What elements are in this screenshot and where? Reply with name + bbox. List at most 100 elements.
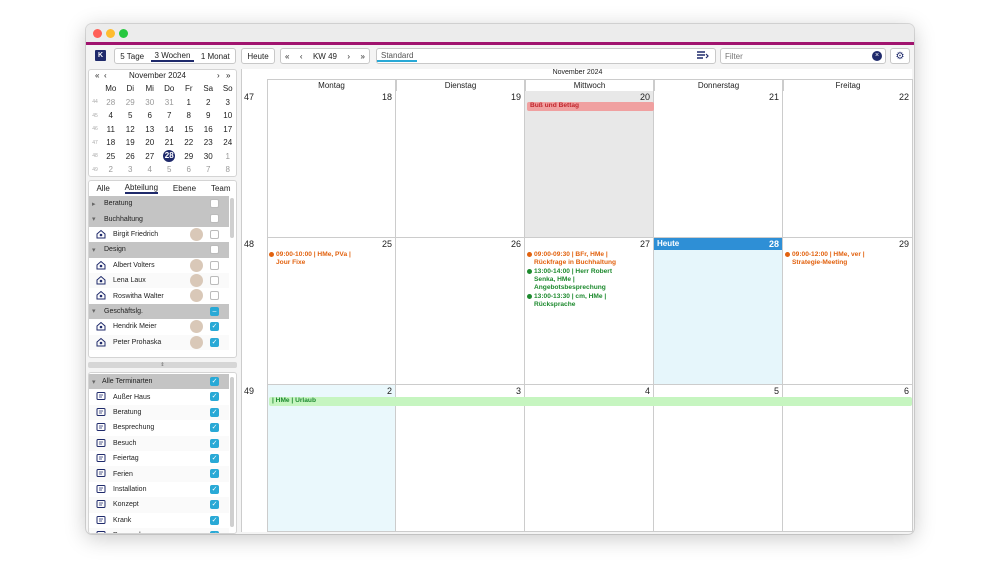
row-checkbox[interactable] (210, 229, 219, 239)
mini-day[interactable]: 24 (218, 138, 236, 147)
tab-alle[interactable]: Alle (96, 184, 109, 193)
mini-day[interactable]: 29 (121, 98, 141, 107)
type-row[interactable]: Besprechung ✓ (89, 420, 229, 435)
type-row[interactable]: Konzept ✓ (89, 497, 229, 513)
vacation-event[interactable]: | HMe | Urlaub (269, 397, 912, 406)
mini-day[interactable]: 26 (121, 152, 141, 161)
logo-icon[interactable]: K (95, 50, 106, 61)
type-row[interactable]: Besuch ✓ (89, 435, 229, 451)
group-row[interactable]: ▾ Design (89, 242, 229, 258)
group-row[interactable]: ▾ Geschäftslg. – (89, 303, 229, 320)
tab-abteilung[interactable]: Abteilung (124, 183, 159, 194)
mini-day[interactable]: 11 (101, 125, 121, 134)
day-cell[interactable]: 4 (525, 385, 654, 532)
mini-nav-last[interactable]: » (226, 71, 230, 80)
person-row[interactable]: Birgit Friedrich (89, 227, 229, 242)
event-ruecksprache[interactable]: 13:00-13:30 | cm, HMe | Rücksprache (527, 293, 652, 309)
type-row[interactable]: Ferien ✓ (89, 466, 229, 482)
tab-team[interactable]: Team (211, 184, 231, 193)
event-strategie[interactable]: 09:00-12:00 | HMe, ver | Strategie-Meetin… (785, 251, 911, 267)
mini-day[interactable]: 6 (179, 165, 199, 174)
type-row[interactable]: Krank ✓ (89, 513, 229, 528)
mini-day[interactable]: 1 (218, 152, 236, 161)
people-scrollbar[interactable] (230, 198, 234, 238)
day-cell[interactable]: Heute 28 (654, 238, 783, 385)
type-checkbox[interactable]: ✓ (210, 530, 219, 533)
mini-day-today[interactable]: 28 (160, 150, 180, 163)
person-row[interactable]: Roswitha Walter (89, 288, 229, 303)
type-checkbox[interactable]: ✓ (210, 515, 219, 525)
maximize-window-button[interactable] (119, 29, 128, 38)
row-checkbox[interactable]: – (210, 306, 219, 316)
row-checkbox[interactable] (210, 260, 219, 270)
mini-day[interactable]: 4 (140, 165, 160, 174)
week-number[interactable]: 47 (244, 92, 254, 102)
group-row[interactable]: ▸ Beratung (89, 196, 229, 212)
types-header-row[interactable]: ▾ Alle Terminarten ✓ (89, 374, 229, 390)
type-checkbox[interactable]: ✓ (210, 392, 219, 402)
mini-day[interactable]: 25 (101, 152, 121, 161)
type-checkbox[interactable]: ✓ (210, 469, 219, 479)
mini-day[interactable]: 22 (179, 138, 199, 147)
type-row[interactable]: Installation ✓ (89, 482, 229, 497)
nav-next-button[interactable]: › (343, 52, 354, 61)
mini-day[interactable]: 31 (160, 98, 180, 107)
close-window-button[interactable] (93, 29, 102, 38)
mini-day[interactable]: 10 (218, 111, 236, 120)
day-cell[interactable]: 5 (654, 385, 783, 532)
nav-prev-button[interactable]: ‹ (296, 52, 307, 61)
filter-list-icon[interactable] (697, 51, 709, 61)
tab-ebene[interactable]: Ebene (173, 184, 196, 193)
mini-day[interactable]: 30 (140, 98, 160, 107)
row-checkbox[interactable]: ✓ (210, 322, 219, 332)
view-5-days[interactable]: 5 Tage (116, 52, 148, 61)
mini-day[interactable]: 4 (101, 111, 121, 120)
type-checkbox[interactable]: ✓ (210, 500, 219, 510)
day-cell[interactable]: 2 (267, 385, 396, 532)
today-button[interactable]: Heute (241, 48, 275, 64)
event-angebot[interactable]: 13:00-14:00 | Herr Robert Senka, HMe | Ang… (527, 268, 652, 292)
row-checkbox[interactable] (210, 199, 219, 208)
caret-down-icon[interactable]: ▾ (92, 378, 102, 386)
all-types-checkbox[interactable]: ✓ (210, 377, 219, 386)
mini-day[interactable]: 14 (160, 125, 180, 134)
profile-select[interactable]: Standard (376, 48, 716, 64)
person-row[interactable]: Albert Volters (89, 258, 229, 273)
row-checkbox[interactable]: ✓ (210, 337, 219, 347)
mini-day[interactable]: 21 (160, 138, 180, 147)
mini-day[interactable]: 8 (218, 165, 236, 174)
mini-day[interactable]: 30 (199, 152, 219, 161)
day-cell[interactable]: 26 (396, 238, 525, 385)
nav-last-button[interactable]: » (357, 52, 369, 61)
type-checkbox[interactable]: ✓ (210, 423, 219, 433)
day-cell[interactable]: 20 (525, 91, 654, 238)
mini-day[interactable]: 3 (121, 165, 141, 174)
mini-day[interactable]: 15 (179, 125, 199, 134)
day-cell[interactable]: 6 (783, 385, 913, 532)
view-1-month[interactable]: 1 Monat (197, 52, 234, 61)
event-jour-fixe[interactable]: 09:00-10:00 | HMe, PVa | Jour Fixe (269, 251, 394, 267)
week-number[interactable]: 49 (244, 386, 254, 396)
mini-day[interactable]: 9 (199, 111, 219, 120)
mini-day[interactable]: 18 (101, 138, 121, 147)
type-checkbox[interactable]: ✓ (210, 407, 219, 417)
type-row[interactable]: Feiertag ✓ (89, 451, 229, 466)
mini-day[interactable]: 3 (218, 98, 236, 107)
caret-down-icon[interactable]: ▾ (92, 215, 102, 223)
type-row[interactable]: Außer Haus ✓ (89, 389, 229, 404)
mini-day[interactable]: 5 (121, 111, 141, 120)
mini-day[interactable]: 28 (101, 98, 121, 107)
mini-day[interactable]: 20 (140, 138, 160, 147)
mini-day[interactable]: 19 (121, 138, 141, 147)
mini-day[interactable]: 17 (218, 125, 236, 134)
type-checkbox[interactable]: ✓ (210, 484, 219, 494)
mini-day[interactable]: 12 (121, 125, 141, 134)
close-icon[interactable]: × (872, 51, 882, 61)
caret-down-icon[interactable]: ▾ (92, 246, 102, 254)
type-row[interactable]: Personal ✓ (89, 527, 229, 533)
person-row[interactable]: Peter Prohaska ✓ (89, 334, 229, 350)
nav-first-button[interactable]: « (281, 52, 293, 61)
mini-day[interactable]: 5 (160, 165, 180, 174)
mini-day[interactable]: 2 (101, 165, 121, 174)
day-cell[interactable]: 18 (267, 91, 396, 238)
